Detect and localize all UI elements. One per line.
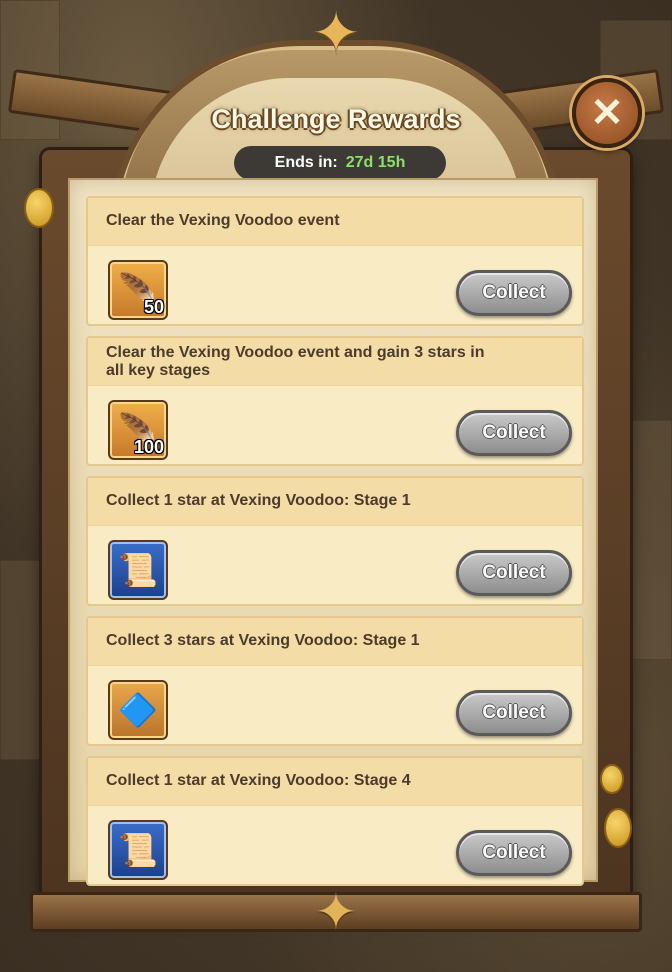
close-icon: ✕ (590, 91, 624, 135)
reward-item[interactable]: 🪶 100 (108, 400, 168, 460)
star-ornament-icon: ✦ (315, 884, 357, 940)
emblem-card-icon: 🔷 (118, 692, 158, 728)
event-timer: Ends in: 27d 15h (234, 146, 446, 180)
timer-value: 27d 15h (345, 154, 406, 171)
challenge-card: Clear the Vexing Voodoo event and gain 3… (86, 336, 584, 466)
challenge-description: Collect 3 stars at Vexing Voodoo: Stage … (106, 632, 420, 649)
collect-button[interactable]: Collect (456, 410, 572, 456)
challenge-card: Collect 3 stars at Vexing Voodoo: Stage … (86, 616, 584, 746)
reward-item[interactable]: 📜 (108, 820, 168, 880)
close-button[interactable]: ✕ (572, 78, 642, 148)
collect-button[interactable]: Collect (456, 830, 572, 876)
reward-count: 100 (133, 437, 164, 457)
challenge-card: Collect 1 star at Vexing Voodoo: Stage 4… (86, 756, 584, 886)
background-terrain (0, 0, 60, 140)
coin-icon (24, 188, 54, 228)
challenge-description: Collect 1 star at Vexing Voodoo: Stage 1 (106, 492, 411, 509)
collect-button[interactable]: Collect (456, 550, 572, 596)
background-terrain (630, 420, 672, 660)
reward-item[interactable]: 🔷 (108, 680, 168, 740)
coin-icon (600, 764, 624, 794)
reward-count: 50 (143, 297, 164, 317)
scroll-icon: 📜 (118, 552, 158, 588)
timer-label: Ends in: (274, 154, 338, 171)
challenge-description: Collect 1 star at Vexing Voodoo: Stage 4 (106, 772, 411, 789)
challenge-card: Collect 1 star at Vexing Voodoo: Stage 1… (86, 476, 584, 606)
challenge-description: Clear the Vexing Voodoo event and gain 3… (106, 344, 485, 379)
rewards-panel: Clear the Vexing Voodoo event 🪶 50 Colle… (68, 178, 598, 886)
collect-button[interactable]: Collect (456, 270, 572, 316)
collect-button[interactable]: Collect (456, 690, 572, 736)
challenge-description: Clear the Vexing Voodoo event (106, 212, 340, 229)
background-terrain (0, 560, 40, 760)
reward-item[interactable]: 🪶 50 (108, 260, 168, 320)
challenge-card: Clear the Vexing Voodoo event 🪶 50 Colle… (86, 196, 584, 326)
reward-item[interactable]: 📜 (108, 540, 168, 600)
star-ornament-icon: ✦ (311, 1, 361, 66)
coin-icon (604, 808, 632, 848)
dialog-title: Challenge Rewards (211, 104, 461, 134)
scroll-icon: 📜 (118, 832, 158, 868)
